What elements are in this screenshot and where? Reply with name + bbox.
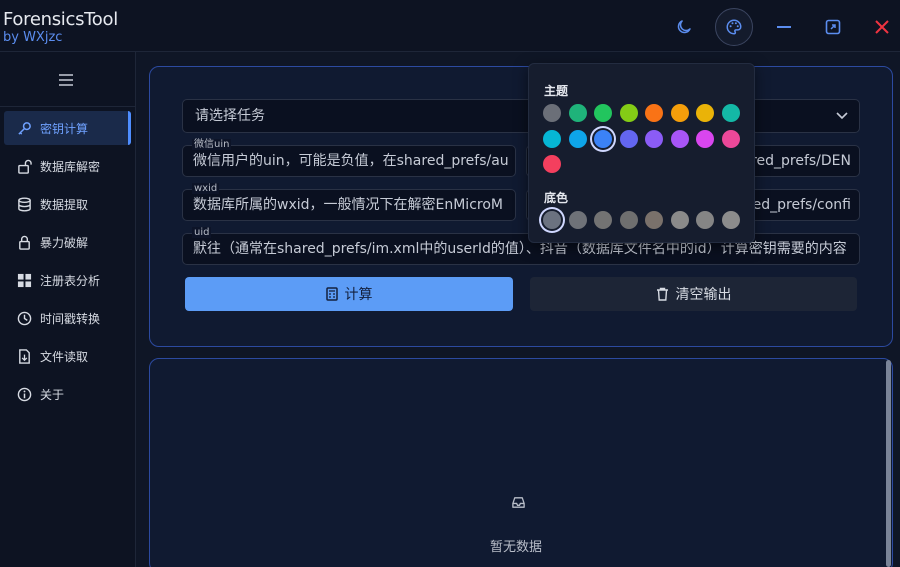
uin-right-input-text: red_prefs/DEN (751, 153, 851, 169)
theme-color-swatch[interactable] (543, 129, 561, 148)
task-select[interactable]: 请选择任务 (182, 99, 860, 133)
theme-color-swatch[interactable] (568, 104, 587, 122)
theme-color-swatch[interactable] (670, 104, 689, 122)
sidebar-item-registry[interactable]: 注册表分析 (4, 263, 131, 297)
minimize-icon (777, 26, 791, 28)
sidebar-item-label: 数据库解密 (40, 159, 101, 174)
app-subtitle: by WXjzc (3, 30, 63, 45)
sidebar-item-brute-force[interactable]: 暴力破解 (4, 225, 131, 259)
theme-color-swatch[interactable] (568, 129, 587, 148)
file-icon (18, 348, 30, 364)
theme-color-swatch[interactable] (594, 104, 612, 122)
sidebar-item-key-calc[interactable]: 密钥计算 (4, 111, 131, 145)
empty-state-icon (511, 495, 526, 514)
sidebar-item-label: 密钥计算 (40, 121, 89, 136)
base-color-swatch[interactable] (721, 211, 740, 229)
calculator-icon (325, 287, 338, 301)
grid-icon (17, 273, 31, 287)
close-button[interactable] (863, 8, 900, 46)
inbox-icon (512, 497, 525, 508)
info-icon (17, 387, 31, 401)
sidebar-item-file-read[interactable]: 文件读取 (4, 339, 131, 373)
uid-input-text: 默往（通常在shared_prefs/im.xml中的userId的值）、抖音（… (193, 241, 847, 257)
base-section-title: 底色 (544, 191, 569, 205)
clock-icon (17, 311, 31, 325)
base-color-swatch[interactable] (619, 211, 638, 229)
sidebar-item-db-decrypt[interactable]: 数据库解密 (4, 149, 131, 183)
calculate-button[interactable]: 计算 (185, 277, 513, 311)
database-icon (17, 197, 31, 211)
empty-state-text: 暂无数据 (490, 540, 543, 555)
sidebar-item-timestamp[interactable]: 时间戳转换 (4, 301, 131, 335)
uin-label: 微信uin (192, 139, 232, 150)
menu-toggle-button[interactable] (58, 72, 74, 91)
theme-color-swatch[interactable] (543, 104, 561, 122)
hamburger-icon (59, 74, 73, 86)
maximize-button[interactable] (814, 8, 852, 46)
output-scrollbar[interactable] (886, 360, 891, 567)
theme-color-swatch[interactable] (670, 129, 689, 148)
base-color-swatch[interactable] (568, 211, 587, 229)
dark-mode-button[interactable] (665, 8, 703, 46)
sidebar-item-label: 暴力破解 (40, 235, 89, 250)
base-color-swatch[interactable] (670, 211, 689, 229)
sidebar-item-label: 关于 (40, 387, 65, 402)
theme-color-swatch[interactable] (619, 129, 638, 148)
theme-color-swatch[interactable] (696, 104, 714, 122)
uin-input[interactable]: 微信用户的uin，可能是负值，在shared_prefs/au (182, 145, 516, 177)
task-select-value: 请选择任务 (195, 108, 265, 124)
base-color-swatch[interactable] (594, 211, 612, 229)
sidebar-item-label: 注册表分析 (40, 273, 101, 288)
sidebar-item-label: 文件读取 (40, 349, 89, 364)
minimize-button[interactable] (765, 8, 803, 46)
sidebar-divider (0, 106, 135, 107)
uin-input-text: 微信用户的uin，可能是负值，在shared_prefs/au (193, 153, 509, 169)
wxid-label: wxid (192, 183, 220, 194)
clear-output-button[interactable]: 清空输出 (530, 277, 857, 311)
clear-output-button-label: 清空输出 (675, 287, 732, 303)
theme-color-swatch[interactable] (645, 104, 663, 122)
theme-color-swatch[interactable] (645, 129, 663, 148)
lock-icon (18, 235, 30, 250)
wxid-right-input-text: ed_prefs/confi (752, 197, 851, 213)
calculate-button-label: 计算 (344, 287, 373, 303)
theme-section-title: 主题 (544, 84, 569, 98)
theme-color-popover: 主题 底色 (528, 63, 755, 243)
sidebar-item-label: 时间戳转换 (40, 311, 101, 326)
theme-button[interactable] (715, 8, 753, 46)
moon-icon (677, 20, 691, 34)
theme-color-swatch[interactable] (721, 104, 740, 122)
trash-icon (656, 287, 668, 301)
chevron-down-icon (836, 112, 848, 120)
key-icon (17, 121, 31, 135)
sidebar-item-about[interactable]: 关于 (4, 377, 131, 411)
title-bar: ForensicsTool by WXjzc (0, 0, 900, 52)
wxid-input[interactable]: 数据库所属的wxid，一般情况下在解密EnMicroM (182, 189, 516, 221)
sidebar-item-data-extract[interactable]: 数据提取 (4, 187, 131, 221)
theme-color-swatch[interactable] (619, 104, 638, 122)
wxid-input-text: 数据库所属的wxid，一般情况下在解密EnMicroM (193, 197, 503, 213)
theme-color-swatch[interactable] (594, 129, 612, 148)
sidebar-item-label: 数据提取 (40, 197, 89, 212)
uid-input[interactable]: 默往（通常在shared_prefs/im.xml中的userId的值）、抖音（… (182, 233, 860, 265)
close-icon (875, 20, 889, 34)
base-color-swatch[interactable] (543, 211, 561, 229)
base-color-swatch[interactable] (696, 211, 714, 229)
unlock-icon (17, 159, 32, 174)
maximize-icon (825, 19, 841, 35)
theme-color-swatch[interactable] (696, 129, 714, 148)
base-color-swatch[interactable] (645, 211, 663, 229)
palette-icon (726, 19, 742, 35)
theme-color-swatch[interactable] (721, 129, 740, 148)
theme-color-swatch[interactable] (543, 155, 561, 173)
uid-label: uid (192, 227, 212, 238)
app-title: ForensicsTool (3, 9, 118, 30)
